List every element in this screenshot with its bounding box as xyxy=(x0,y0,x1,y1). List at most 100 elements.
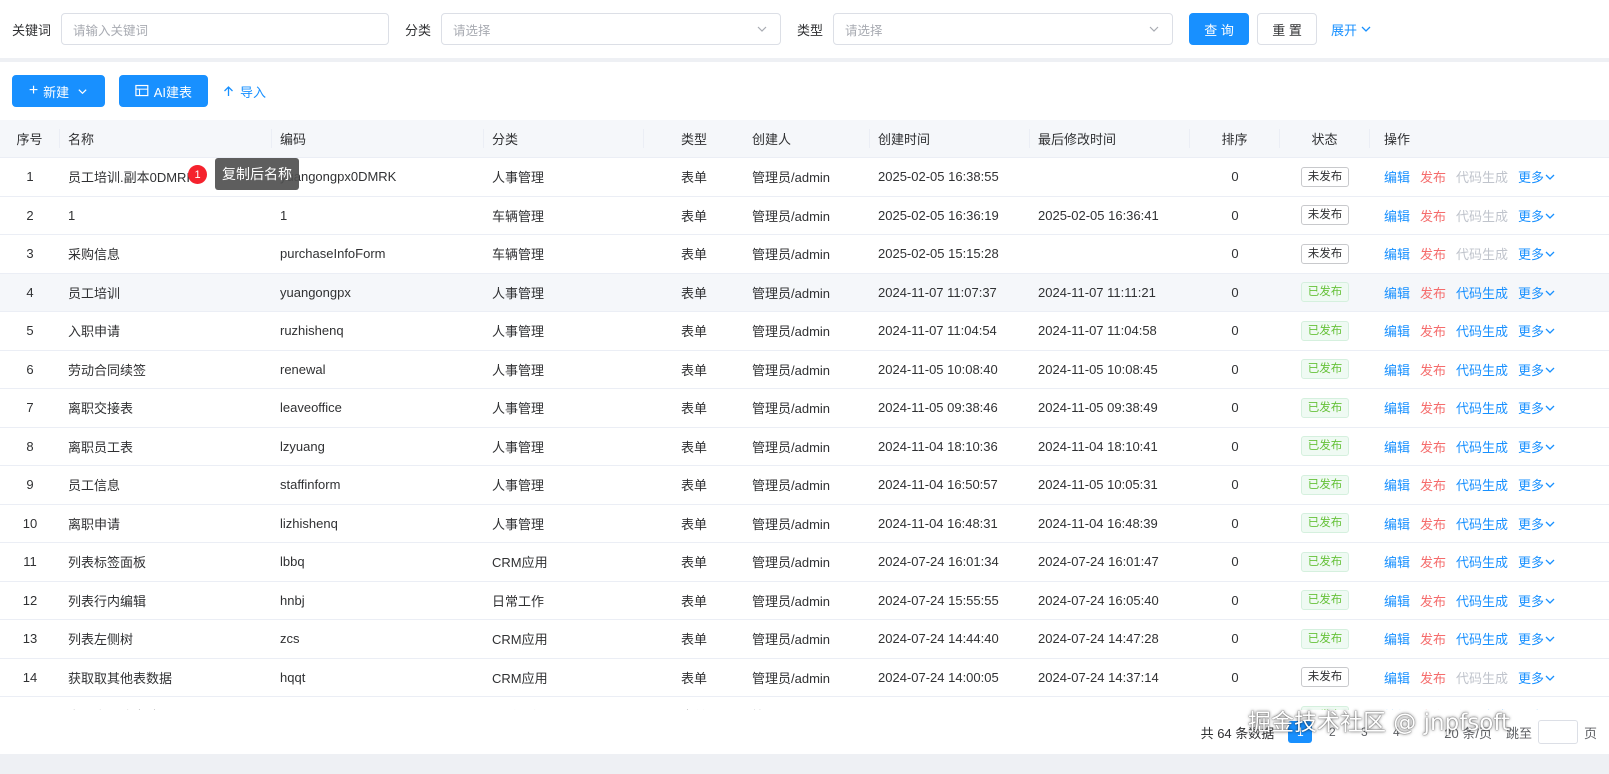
code-gen-link[interactable]: 代码生成 xyxy=(1456,555,1508,570)
goto-input[interactable] xyxy=(1537,720,1578,744)
code-gen-link[interactable]: 代码生成 xyxy=(1456,594,1508,609)
row-name: 员工培训 xyxy=(68,285,121,301)
edit-link[interactable]: 编辑 xyxy=(1384,324,1410,339)
table-row[interactable]: 11 列表标签面板 lbbq CRM应用 表单 管理员/admin 2024-07-24 1… xyxy=(0,543,1609,582)
edit-link[interactable]: 编辑 xyxy=(1384,401,1410,416)
table-row[interactable]: 13 列表左侧树 zcs CRM应用 表单 管理员/admin 2024-07-24 14:… xyxy=(0,620,1609,659)
publish-link[interactable]: 发布 xyxy=(1420,363,1446,378)
publish-link[interactable]: 发布 xyxy=(1420,209,1446,224)
chevron-down-icon xyxy=(1545,405,1555,412)
publish-link[interactable]: 发布 xyxy=(1420,594,1446,609)
publish-link[interactable]: 发布 xyxy=(1420,555,1446,570)
more-menu[interactable]: 更多 xyxy=(1518,247,1556,262)
row-create-time: 2024-07-24 16:01:34 xyxy=(878,554,999,570)
edit-link[interactable]: 编辑 xyxy=(1384,363,1410,378)
code-gen-link: 代码生成 xyxy=(1456,208,1509,224)
more-menu[interactable]: 更多 xyxy=(1518,594,1556,609)
code-gen-link[interactable]: 代码生成 xyxy=(1456,324,1508,339)
more-menu[interactable]: 更多 xyxy=(1518,286,1556,301)
publish-link[interactable]: 发布 xyxy=(1420,324,1446,339)
row-index: 2 xyxy=(26,207,34,223)
publish-link[interactable]: 发布 xyxy=(1420,671,1446,686)
publish-link[interactable]: 发布 xyxy=(1420,286,1446,301)
table-row[interactable]: 12 列表行内编辑 hnbj 日常工作 表单 管理员/admin 2024-07-24 15… xyxy=(0,581,1609,620)
more-menu[interactable]: 更多 xyxy=(1518,324,1556,339)
row-type: 表单 xyxy=(680,208,707,224)
more-menu[interactable]: 更多 xyxy=(1518,555,1556,570)
more-menu[interactable]: 更多 xyxy=(1518,363,1556,378)
table-row[interactable]: 6 劳动合同续签 renewal 人事管理 表单 管理员/admin 2024-11-05 … xyxy=(0,350,1609,389)
publish-link[interactable]: 发布 xyxy=(1420,440,1446,455)
edit-link[interactable]: 编辑 xyxy=(1384,440,1410,455)
more-menu[interactable]: 更多 xyxy=(1518,170,1556,185)
import-button[interactable]: 导入 xyxy=(222,82,266,101)
publish-link[interactable]: 发布 xyxy=(1420,401,1446,416)
table-row[interactable]: 10 离职申请 lizhishenq 人事管理 表单 管理员/admin 2024-11-0… xyxy=(0,504,1609,543)
upload-icon xyxy=(224,85,233,96)
code-gen-link[interactable]: 代码生成 xyxy=(1456,632,1508,647)
table-row[interactable]: 8 离职员工表 lzyuang 人事管理 表单 管理员/admin 2024-11-04 1… xyxy=(0,427,1609,466)
ai-table-button[interactable]: AI建表 xyxy=(119,75,208,107)
row-name: 离职申请 xyxy=(68,516,121,532)
more-menu[interactable]: 更多 xyxy=(1518,632,1556,647)
header-category: 分类 xyxy=(484,129,644,148)
table-row[interactable]: 9 员工信息 staffinform 人事管理 表单 管理员/admin 2024-11-0… xyxy=(0,466,1609,505)
status-badge: 未发布 xyxy=(1300,166,1350,187)
plus-icon: + xyxy=(28,82,39,99)
copy-name-tooltip: 复制后名称 xyxy=(215,158,299,190)
table-row[interactable]: 7 离职交接表 leaveoffice 人事管理 表单 管理员/admin 2024-11-… xyxy=(0,389,1609,428)
table-row[interactable]: 5 入职申请 ruzhishenq 人事管理 表单 管理员/admin 2024-11-07… xyxy=(0,312,1609,351)
keyword-input[interactable]: 请输入关键词 xyxy=(61,13,390,45)
row-create-time: 2024-11-07 11:04:54 xyxy=(878,323,997,339)
row-creator: 管理员/admin xyxy=(752,285,831,301)
more-menu[interactable]: 更多 xyxy=(1518,440,1556,455)
publish-link[interactable]: 发布 xyxy=(1420,632,1446,647)
row-category: 日常工作 xyxy=(492,593,545,609)
row-name: 1 xyxy=(68,207,76,223)
more-menu[interactable]: 更多 xyxy=(1518,401,1556,416)
table-row[interactable]: 2 1 1 车辆管理 表单 管理员/admin 2025-02-05 16:36:19 202… xyxy=(0,196,1609,235)
edit-link[interactable]: 编辑 xyxy=(1384,517,1410,532)
edit-link[interactable]: 编辑 xyxy=(1384,478,1410,493)
edit-link[interactable]: 编辑 xyxy=(1384,247,1410,262)
more-menu[interactable]: 更多 xyxy=(1518,209,1556,224)
reset-button[interactable]: 重 置 xyxy=(1257,13,1318,45)
edit-link[interactable]: 编辑 xyxy=(1384,632,1410,647)
row-type: 表单 xyxy=(680,324,707,340)
table-row[interactable]: 14 获取取其他表数据 hqqt CRM应用 表单 管理员/admin 2024-07-24… xyxy=(0,658,1609,697)
row-status-cell: 已发布 xyxy=(1280,513,1370,534)
row-creator: 管理员/admin xyxy=(752,516,831,532)
row-sort: 0 xyxy=(1231,323,1239,339)
row-sort: 0 xyxy=(1231,207,1239,223)
row-code: lzyuang xyxy=(280,438,325,454)
code-gen-link[interactable]: 代码生成 xyxy=(1456,478,1508,493)
more-menu[interactable]: 更多 xyxy=(1518,517,1556,532)
code-gen-link[interactable]: 代码生成 xyxy=(1456,517,1508,532)
type-select[interactable]: 请选择 xyxy=(833,13,1174,45)
code-gen-link[interactable]: 代码生成 xyxy=(1456,363,1508,378)
edit-link[interactable]: 编辑 xyxy=(1384,671,1410,686)
search-button[interactable]: 查 询 xyxy=(1189,13,1250,45)
edit-link[interactable]: 编辑 xyxy=(1384,555,1410,570)
row-status-cell: 已发布 xyxy=(1280,320,1370,341)
code-gen-link[interactable]: 代码生成 xyxy=(1456,401,1508,416)
table-row[interactable]: 4 员工培训 yuangongpx 人事管理 表单 管理员/admin 2024-11-07… xyxy=(0,273,1609,312)
publish-link[interactable]: 发布 xyxy=(1420,517,1446,532)
code-gen-link[interactable]: 代码生成 xyxy=(1456,286,1508,301)
publish-link[interactable]: 发布 xyxy=(1420,170,1446,185)
table-row[interactable]: 3 采购信息 purchaseInfoForm 车辆管理 表单 管理员/admin 2025… xyxy=(0,235,1609,274)
category-select[interactable]: 请选择 xyxy=(441,13,782,45)
new-button[interactable]: + 新建 xyxy=(12,75,105,107)
more-menu[interactable]: 更多 xyxy=(1518,671,1556,686)
status-badge: 已发布 xyxy=(1300,551,1350,572)
code-gen-link[interactable]: 代码生成 xyxy=(1456,440,1508,455)
expand-toggle[interactable]: 展开 xyxy=(1331,20,1372,39)
publish-link[interactable]: 发布 xyxy=(1420,478,1446,493)
more-menu[interactable]: 更多 xyxy=(1518,478,1556,493)
edit-link[interactable]: 编辑 xyxy=(1384,286,1410,301)
edit-link[interactable]: 编辑 xyxy=(1384,209,1410,224)
publish-link[interactable]: 发布 xyxy=(1420,247,1446,262)
edit-link[interactable]: 编辑 xyxy=(1384,170,1410,185)
edit-link[interactable]: 编辑 xyxy=(1384,594,1410,609)
keyword-placeholder: 请输入关键词 xyxy=(73,23,149,38)
